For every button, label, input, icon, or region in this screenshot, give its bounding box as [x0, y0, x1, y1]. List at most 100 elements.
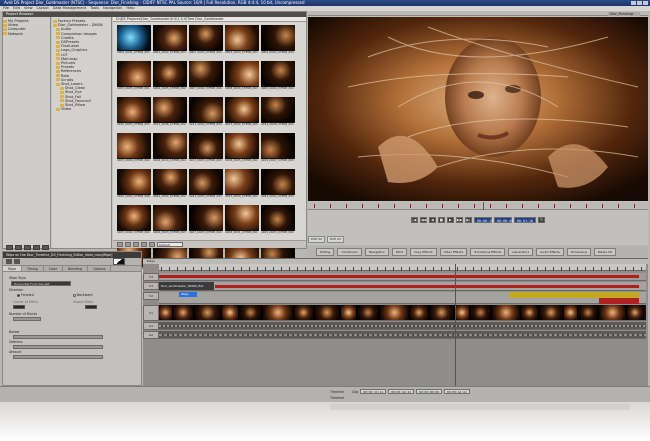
minimize-icon[interactable] — [631, 1, 636, 5]
track-label-v1[interactable]: V1 — [143, 305, 159, 321]
play-reverse-button[interactable]: ◀ — [428, 217, 436, 223]
dve-label[interactable]: DVE 03 — [326, 236, 344, 243]
thumbnail-item[interactable]: 4021_0002_0785B_002 — [153, 169, 187, 203]
tab-options[interactable]: Options — [88, 266, 112, 271]
thumbnail-item[interactable]: 4001_0002_0785B_003 — [153, 25, 187, 59]
track-a2[interactable] — [159, 331, 646, 339]
thumbnail-item[interactable]: 4025_0002_0785B_002 — [117, 205, 151, 239]
viewer-playhead[interactable] — [483, 202, 484, 210]
dock-button[interactable] — [15, 245, 22, 250]
dock-button[interactable] — [33, 245, 40, 250]
thumbnail-item[interactable]: 4026_0003_0785B_003 — [153, 205, 187, 239]
track-v2[interactable]: Wipe — [159, 292, 646, 304]
thumbnail-item[interactable]: 4023_0004_0785B_001 — [225, 169, 259, 203]
thumbnail-item[interactable]: 4006_0005_0785B_002 — [153, 61, 187, 95]
tab-wipe[interactable]: Wipe — [3, 266, 22, 271]
aspect-swatch[interactable] — [85, 305, 97, 309]
thumbnail-item[interactable]: 4011_0006_0785B_002 — [153, 97, 187, 131]
video-clip[interactable] — [222, 305, 239, 320]
status-timecode-2[interactable]: 00:00:44:22 — [388, 389, 415, 394]
video-clip[interactable] — [599, 305, 627, 320]
toolbar-tab[interactable]: Editing — [316, 248, 335, 256]
maximize-icon[interactable] — [637, 1, 642, 5]
dock-button[interactable] — [6, 245, 13, 250]
thumbnail-item[interactable]: 4014_0008_0785B_001 — [261, 97, 295, 131]
video-clip[interactable] — [173, 305, 194, 320]
folder-tree-item[interactable]: Video — [52, 107, 111, 111]
video-clip[interactable] — [539, 305, 564, 320]
toolbar-tab[interactable]: Audio Effects — [536, 248, 564, 256]
viewer-scrub-bar[interactable] — [308, 202, 648, 210]
stop-button[interactable]: ■ — [437, 217, 445, 223]
thumbnail-item[interactable]: 4009_0004_0785B_004 — [261, 61, 295, 95]
thumbnail-item[interactable]: 4004_0002_0785B_004 — [261, 25, 295, 59]
track-label-a1[interactable]: A1 — [143, 322, 159, 330]
step-forward-button[interactable]: ▶▶ — [455, 217, 463, 223]
track-v3[interactable]: Dior_Goldmaster_DMSN_flat — [159, 282, 646, 291]
toolbar-tab[interactable]: Video Effects — [439, 248, 468, 256]
timeline-playhead[interactable] — [455, 264, 456, 387]
thumbnail-item[interactable]: 4029_0003_0785B_002 — [261, 205, 295, 239]
thumbnail-item[interactable]: 4000_0001_0785B_001 — [117, 25, 151, 59]
thumbnail-item[interactable]: 4003_0003_0785B_003 — [225, 25, 259, 59]
toolbar-tab[interactable]: Grey Effects — [410, 248, 437, 256]
tab-timing[interactable]: Timing — [22, 266, 44, 271]
timecode-out[interactable]: 00:00:44:22 — [493, 217, 519, 223]
list-view-button[interactable] — [149, 242, 155, 247]
video-clip[interactable] — [521, 305, 539, 320]
thumbnail-item[interactable]: 4015_0009_0785B_002 — [117, 133, 151, 167]
thumbnail-item[interactable]: 4024_0002_0785B_004 — [261, 169, 295, 203]
thumbnail-item[interactable]: 4002_0003_0785B_001 — [189, 25, 223, 59]
view-select[interactable]: Default — [157, 242, 183, 247]
softness-slider[interactable] — [13, 345, 103, 349]
toolbar-tab[interactable]: Paint — [391, 248, 408, 256]
blocks-slider[interactable] — [13, 317, 41, 321]
wipe-style-dropdown[interactable]: Horizontal From Top left — [11, 281, 71, 286]
step-back-button[interactable]: ◀◀ — [419, 217, 427, 223]
video-clip[interactable] — [429, 305, 455, 320]
thumbnail-item[interactable]: 4028_0001_0785B_001 — [225, 205, 259, 239]
thumbnail-item[interactable]: 4007_0002_0785B_006 — [189, 61, 223, 95]
dock-button[interactable] — [24, 245, 31, 250]
thumbnail-item[interactable]: 4027_0003_0785B_004 — [189, 205, 223, 239]
thumbnail-item[interactable]: 4010_0005_0785B_001 — [117, 97, 151, 131]
video-clip[interactable] — [492, 305, 521, 320]
track-label-a2[interactable]: A2 — [143, 331, 159, 339]
tree-item[interactable]: Network — [3, 32, 50, 36]
video-clip[interactable] — [194, 305, 222, 320]
toolbar-tab[interactable]: Media I/O — [593, 248, 617, 256]
video-clip[interactable] — [564, 305, 578, 320]
backward-radio[interactable]: Backward — [73, 293, 93, 297]
thumbnail-item[interactable]: 4022_0003_0785B_003 — [189, 169, 223, 203]
video-frame[interactable] — [308, 17, 648, 201]
video-clip[interactable] — [239, 305, 263, 320]
video-clip[interactable] — [341, 305, 357, 320]
video-clip[interactable] — [627, 305, 644, 320]
track-a1[interactable] — [159, 322, 646, 330]
video-clip[interactable] — [455, 305, 470, 320]
center-swatch[interactable] — [13, 305, 25, 309]
video-clip[interactable] — [314, 305, 341, 320]
effect-clip-red[interactable] — [599, 298, 639, 304]
tab-blending[interactable]: Blending — [63, 266, 89, 271]
go-to-end-button[interactable]: ▶| — [464, 217, 472, 223]
track-v1[interactable] — [159, 305, 646, 321]
title-clip[interactable]: Dior_Goldmaster_DMSN_flat — [159, 282, 214, 290]
video-clip[interactable] — [159, 305, 173, 320]
dve-label[interactable]: DVE 02 — [308, 236, 325, 243]
video-clip[interactable] — [470, 305, 492, 320]
thumbnail-item[interactable]: 4018_0005_0785B_001 — [225, 133, 259, 167]
timecode-tiny[interactable]: 00:01:16 — [513, 217, 537, 223]
thumbnail-item[interactable]: 4020_0002_0785B_006 — [117, 169, 151, 203]
toolbar-tab[interactable]: Containers — [337, 248, 362, 256]
go-to-start-button[interactable]: |◀ — [410, 217, 418, 223]
close-icon[interactable] — [643, 1, 648, 5]
dock-button[interactable] — [42, 245, 49, 250]
thumbnail-item[interactable]: 4017_0003_0785B_003 — [189, 133, 223, 167]
track-label-v3[interactable]: V3 — [143, 282, 159, 290]
effect-tool-icon[interactable] — [6, 259, 12, 264]
status-timecode-1[interactable]: 00:00:13:12 — [360, 389, 387, 394]
effect-tool-icon[interactable] — [14, 259, 20, 264]
tab-color[interactable]: Color — [44, 266, 64, 271]
video-clip[interactable] — [357, 305, 380, 320]
